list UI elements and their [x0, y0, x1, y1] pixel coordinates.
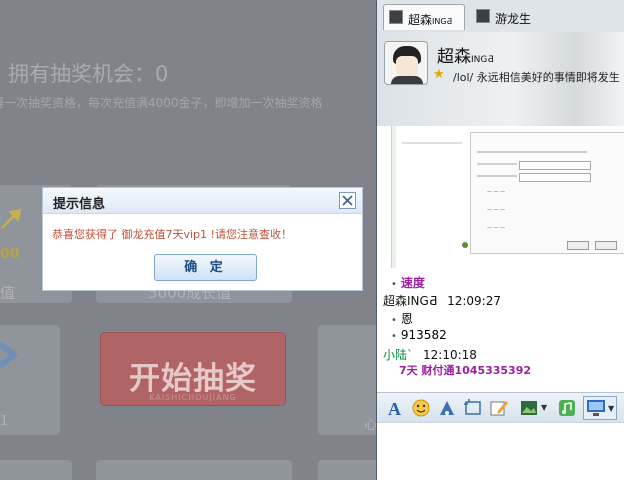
- message: • 速度: [391, 276, 425, 290]
- svg-text:A: A: [388, 399, 401, 418]
- ok-button[interactable]: 确 定: [154, 254, 257, 281]
- music-icon[interactable]: [557, 398, 577, 418]
- star-icon: ★: [433, 67, 445, 82]
- chat-window: 超森INGƋ 游龙生 超森INGƋ ★ /lol/ 永远相信美好的事情即将发生 …: [376, 0, 624, 480]
- lottery-chances-heading: 拥有抽奖机会：0: [8, 62, 169, 86]
- reward-label: 心: [364, 418, 376, 433]
- lottery-rules-text: 得一次抽奖资格，每次充值满4000金子，即增加一次抽奖资格: [0, 96, 323, 110]
- tab-name: 游龙生: [495, 12, 532, 26]
- message-input[interactable]: [377, 422, 624, 480]
- chat-tabs: 超森INGƋ 游龙生: [377, 0, 624, 32]
- contact-nickname: 超森INGƋ: [437, 42, 494, 67]
- reward-tile: [0, 460, 72, 480]
- message-text: 7天 财付通1045335392: [399, 364, 532, 377]
- dialog-title: 提示信息: [53, 197, 106, 212]
- magic-icon[interactable]: [437, 398, 457, 418]
- contact-profile: 超森INGƋ ★ /lol/ 永远相信美好的事情即将发生 ▼ ▼ ▼ ▼ ▼: [377, 32, 624, 145]
- reward-label: 1: [0, 414, 9, 429]
- sender-name: 小陆`: [383, 348, 414, 362]
- arrow-icon: [0, 341, 18, 369]
- contact-signature: /lol/ 永远相信美好的事情即将发生: [453, 71, 620, 84]
- message-time: 12:10:18: [423, 348, 477, 362]
- start-lottery-label: 开始抽奖: [129, 361, 257, 397]
- chevron-down-icon: ▼: [541, 403, 548, 412]
- font-icon[interactable]: A: [385, 398, 405, 418]
- tab-chaosen[interactable]: 超森INGƋ: [383, 4, 465, 30]
- screenshot-icon[interactable]: [463, 398, 483, 418]
- message-time: 12:09:27: [447, 294, 501, 308]
- edit-icon[interactable]: [489, 398, 509, 418]
- tab-label: 超森INGƋ: [408, 11, 452, 28]
- message: • 恩: [391, 312, 413, 326]
- start-lottery-pinyin: KAISHICHOUJIANG: [149, 393, 237, 402]
- alert-dialog: 提示信息 恭喜您获得了 御龙充值7天vip1 !请您注意查收！ 确 定: [42, 187, 363, 291]
- message: • 913582: [391, 328, 447, 342]
- nickname-text: 超森: [437, 47, 471, 67]
- tab-youlongsheng[interactable]: 游龙生: [471, 4, 541, 30]
- chevron-down-icon: ▼: [608, 404, 615, 413]
- avatar: [389, 10, 403, 24]
- message-text: 速度: [400, 276, 425, 290]
- reward-tile: [318, 460, 376, 480]
- shared-screenshot[interactable]: — — — — — — — — —: [391, 126, 624, 268]
- tab-name-suffix: INGƋ: [432, 17, 453, 26]
- screen-share-button[interactable]: ▼: [583, 396, 617, 420]
- smiley-icon[interactable]: [411, 398, 431, 418]
- nickname-suffix: INGƋ: [471, 55, 494, 65]
- tab-name: 超森: [408, 13, 433, 27]
- start-lottery-button[interactable]: 开始抽奖 KAISHICHOUJIANG: [100, 332, 286, 406]
- screen-share-icon: [587, 400, 605, 416]
- dialog-message: 恭喜您获得了 御龙充值7天vip1 !请您注意查收！: [52, 228, 292, 241]
- composer-toolbar: A ▼ ▼: [377, 392, 624, 422]
- reward-tile: [96, 460, 292, 480]
- message-history[interactable]: — — — — — — — — — • 速度 超森INGƋ 12:09:27 • 恩 …: [377, 126, 624, 392]
- message-sender: 小陆` 12:10:18: [383, 346, 477, 363]
- reward-value: 00: [0, 246, 20, 262]
- message-sender: 超森INGƋ 12:09:27: [383, 292, 501, 309]
- close-icon[interactable]: [339, 192, 356, 209]
- screenshot-image: — — — — — — — — —: [470, 132, 624, 254]
- arrow-icon: [1, 208, 22, 229]
- message-text: 913582: [400, 328, 447, 342]
- avatar[interactable]: [384, 41, 428, 85]
- avatar: [476, 9, 490, 23]
- image-icon[interactable]: [519, 398, 539, 418]
- sender-name: 超森INGƋ: [383, 294, 438, 308]
- message-text: 恩: [400, 312, 413, 326]
- reward-label: 值: [0, 284, 16, 302]
- dialog-titlebar: 提示信息: [43, 188, 362, 214]
